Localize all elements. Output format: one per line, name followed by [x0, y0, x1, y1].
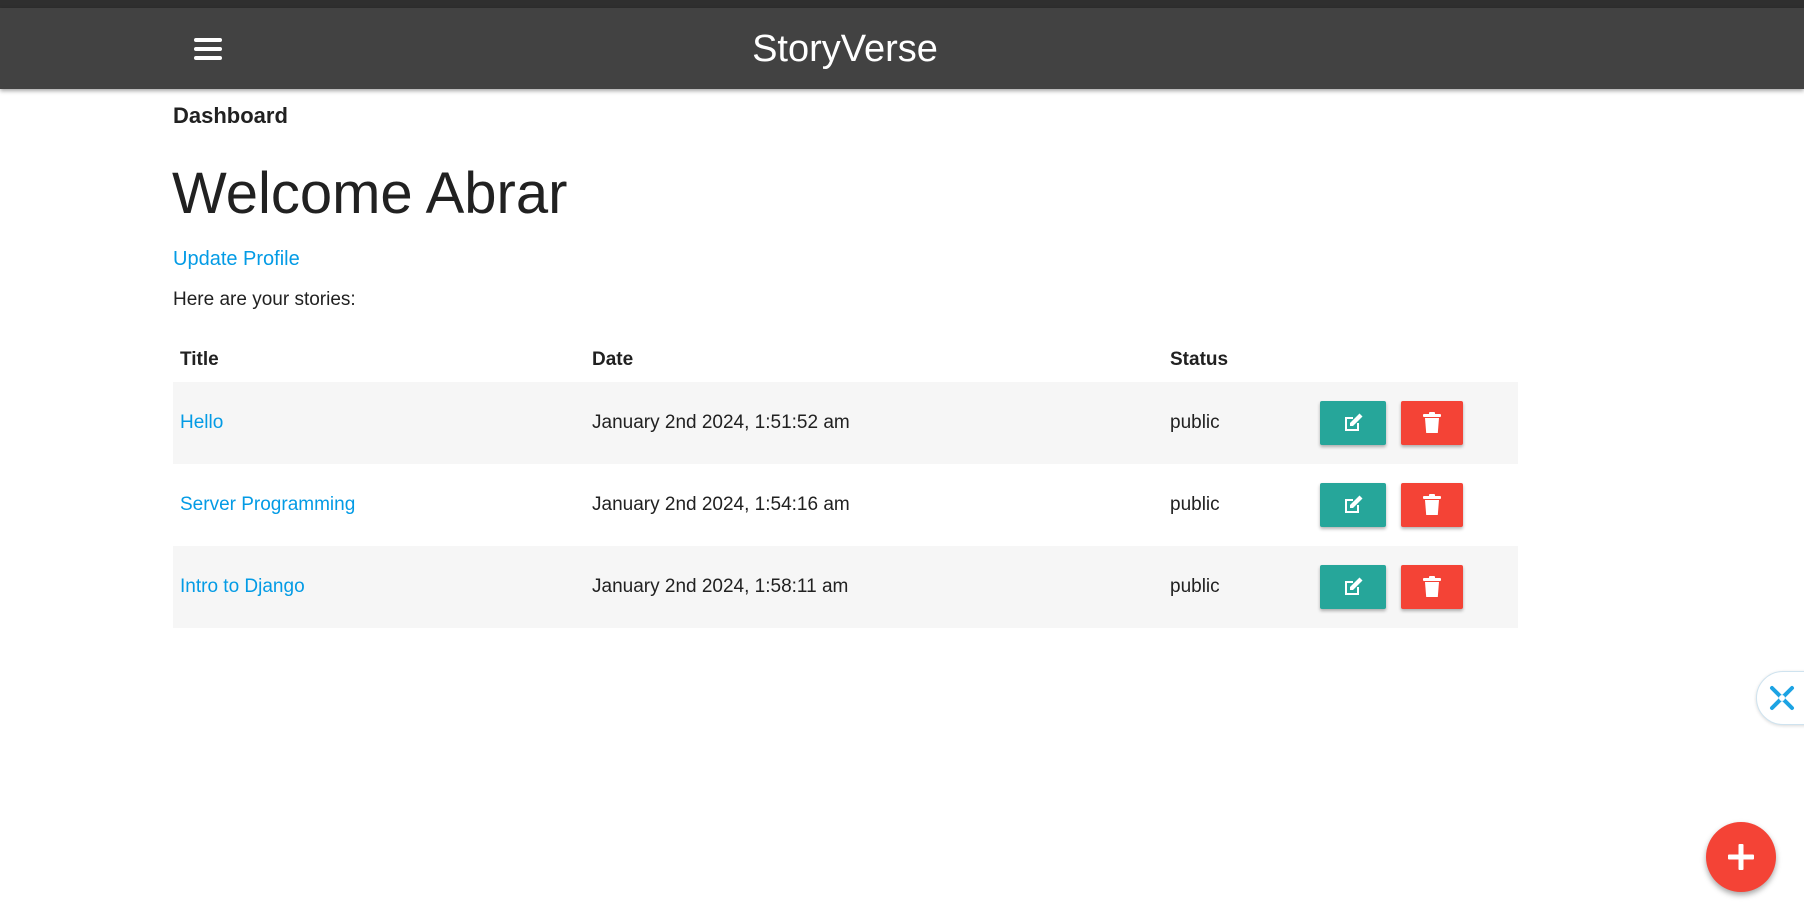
edit-button[interactable]: [1320, 565, 1386, 609]
add-story-button[interactable]: [1706, 822, 1776, 892]
plus-icon: [1728, 844, 1754, 870]
table-row: Hello January 2nd 2024, 1:51:52 am publi…: [173, 382, 1518, 464]
trash-icon: [1423, 576, 1442, 597]
edit-pencil-icon: [1345, 413, 1363, 431]
story-status: public: [1170, 494, 1220, 515]
story-title-link[interactable]: Hello: [180, 412, 223, 433]
tools-icon: [1770, 686, 1794, 710]
header-actions: [1313, 338, 1518, 382]
breadcrumb: Dashboard: [173, 103, 288, 128]
edit-pencil-icon: [1345, 577, 1363, 595]
page-title: Welcome Abrar: [172, 161, 568, 226]
header-status: Status: [1170, 349, 1229, 370]
table-row: Server Programming January 2nd 2024, 1:5…: [173, 464, 1518, 546]
story-status: public: [1163, 382, 1313, 464]
table-header-row: Title Date Status: [173, 338, 1518, 382]
edit-pencil-icon: [1345, 495, 1363, 513]
stories-table: Title Date Status Hello January 2nd 2024…: [173, 338, 1518, 628]
table-row: Intro to Django January 2nd 2024, 1:58:1…: [173, 546, 1518, 628]
delete-button[interactable]: [1401, 401, 1464, 445]
header-date: Date: [592, 349, 634, 370]
story-date: January 2nd 2024, 1:51:52 am: [585, 382, 1163, 464]
story-title-link[interactable]: Server Programming: [180, 494, 355, 515]
edit-button[interactable]: [1320, 401, 1386, 445]
story-status: public: [1163, 546, 1313, 628]
navbar: StoryVerse: [0, 8, 1804, 89]
intro-text: Here are your stories:: [173, 289, 356, 310]
header-title: Title: [180, 349, 219, 370]
row-actions: [1313, 464, 1518, 546]
floating-side-widget[interactable]: [1756, 671, 1804, 725]
trash-icon: [1423, 494, 1442, 515]
row-actions: [1313, 382, 1518, 464]
delete-button[interactable]: [1401, 483, 1464, 527]
brand-logo[interactable]: StoryVerse: [0, 26, 1690, 72]
delete-button[interactable]: [1401, 565, 1464, 609]
row-actions: [1313, 546, 1518, 628]
edit-button[interactable]: [1320, 483, 1386, 527]
trash-icon: [1423, 412, 1442, 433]
story-date: January 2nd 2024, 1:54:16 am: [592, 494, 850, 515]
story-title-link[interactable]: Intro to Django: [180, 576, 305, 597]
update-profile-link[interactable]: Update Profile: [173, 248, 300, 271]
story-date: January 2nd 2024, 1:58:11 am: [585, 546, 1163, 628]
top-strip: [0, 0, 1804, 8]
